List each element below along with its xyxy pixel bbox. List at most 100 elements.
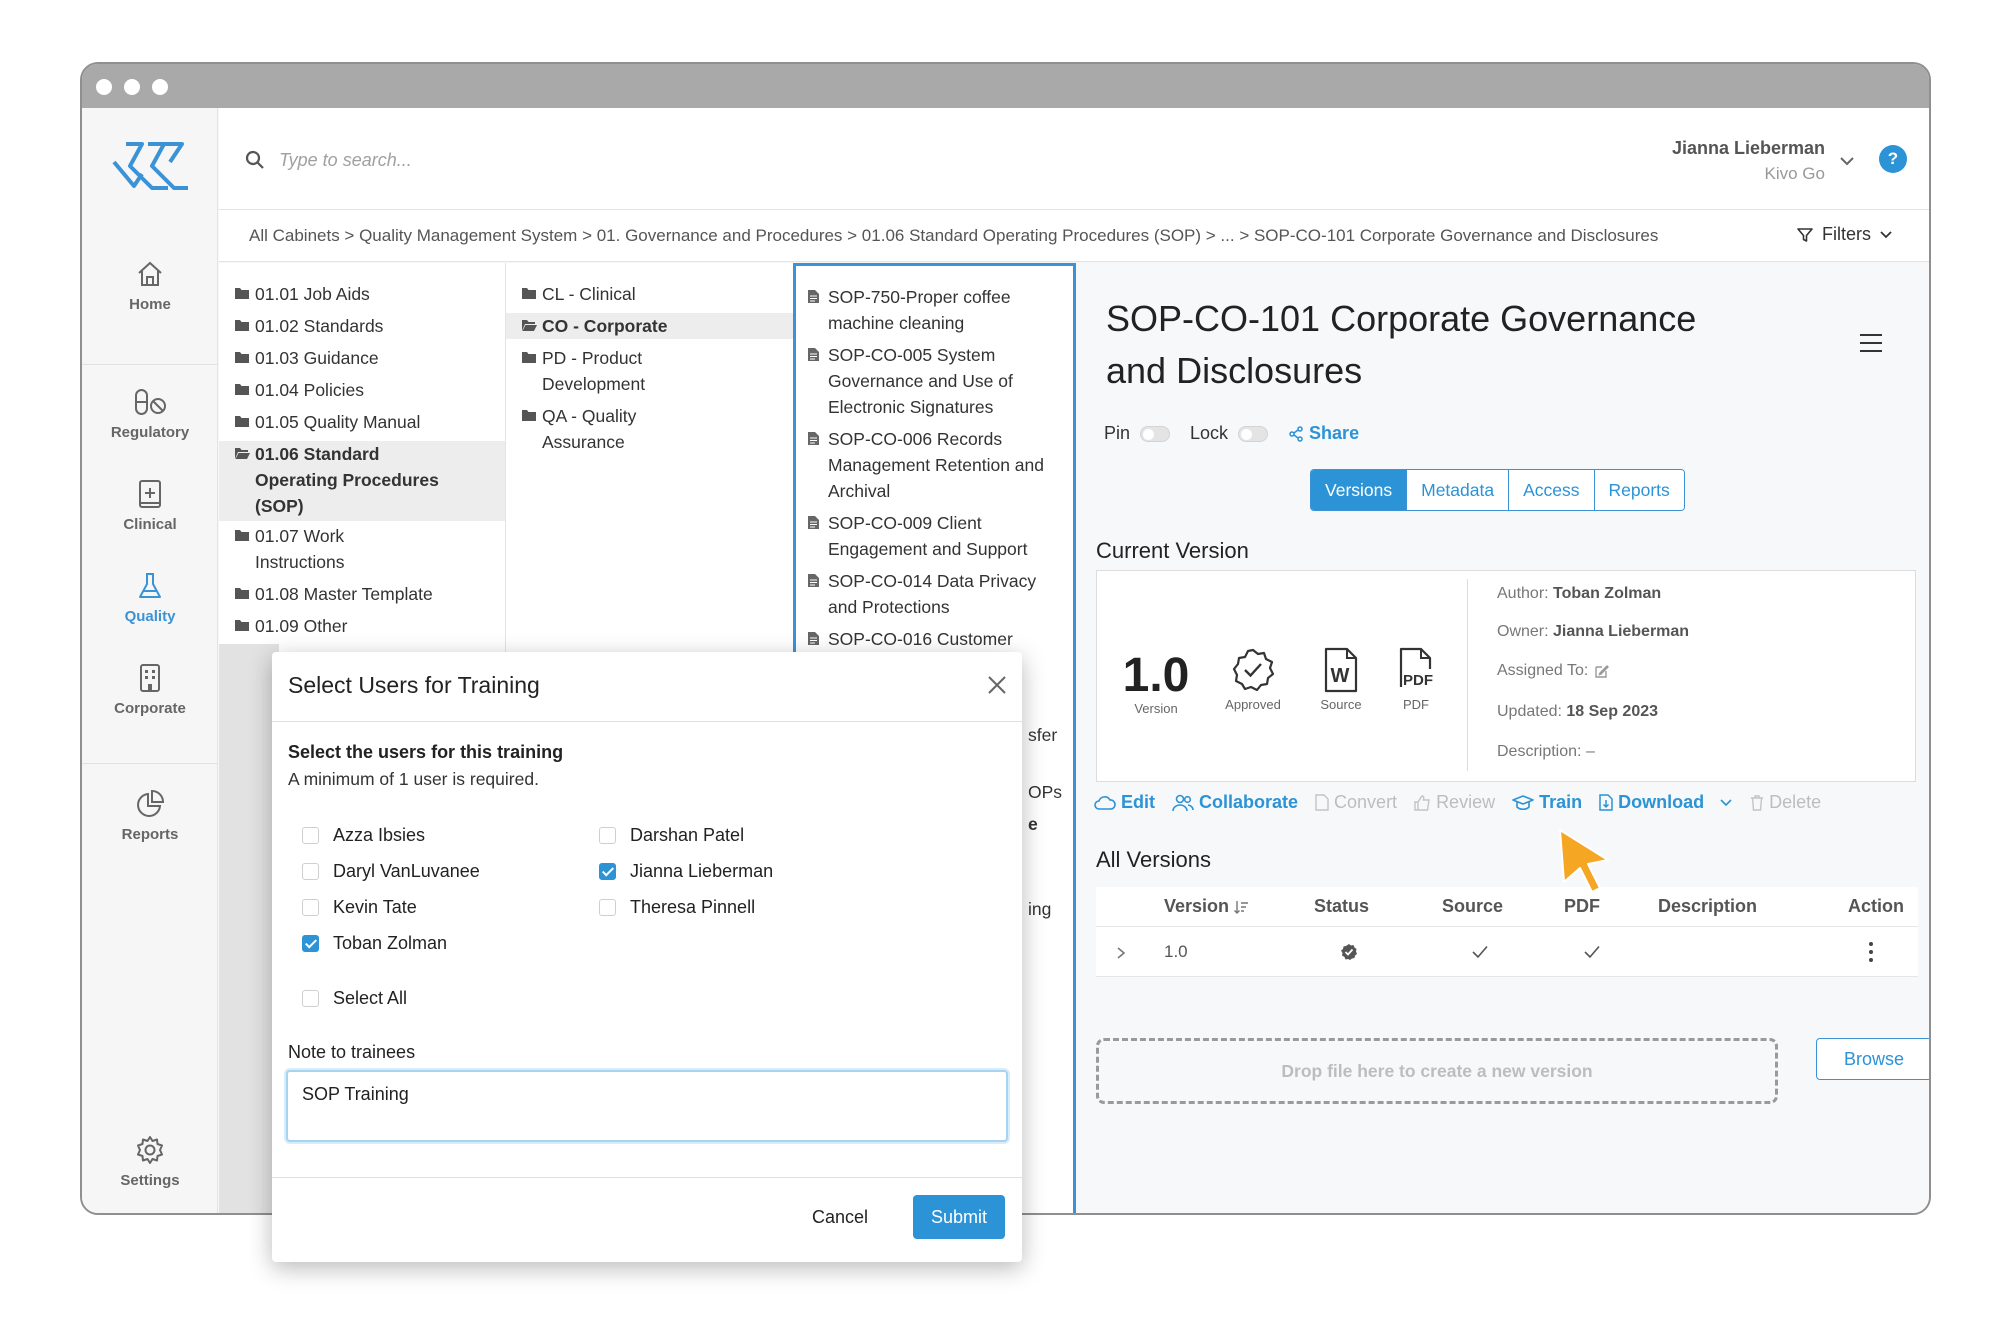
folder-label: 01.05 Quality Manual bbox=[255, 412, 421, 432]
nav-regulatory[interactable]: Regulatory bbox=[82, 386, 218, 441]
folder-icon bbox=[235, 588, 249, 599]
document-item[interactable]: SOP-CO-016 Customer bbox=[808, 626, 1058, 652]
file-dropzone[interactable]: Drop file here to create a new version bbox=[1096, 1038, 1778, 1104]
user-checkbox[interactable]: Toban Zolman bbox=[302, 933, 447, 954]
checkbox[interactable] bbox=[302, 990, 319, 1007]
folder-item[interactable]: CL - Clinical bbox=[522, 281, 782, 307]
checkbox[interactable] bbox=[302, 827, 319, 844]
folder-item[interactable]: PD - Product Development bbox=[522, 345, 672, 397]
col-version[interactable]: Version bbox=[1164, 896, 1249, 917]
folder-item[interactable]: 01.04 Policies bbox=[235, 377, 495, 403]
convert-button[interactable]: Convert bbox=[1315, 792, 1397, 813]
chevron-down-icon bbox=[1880, 231, 1892, 239]
folder-item[interactable]: 01.03 Guidance bbox=[235, 345, 495, 371]
pin-toggle[interactable] bbox=[1140, 425, 1171, 442]
document-item-fragment[interactable]: OPs bbox=[1028, 779, 1062, 805]
breadcrumb[interactable]: All Cabinets > Quality Management System… bbox=[249, 226, 1658, 246]
note-textarea[interactable]: SOP Training bbox=[286, 1070, 1008, 1142]
document-item-fragment[interactable]: ing bbox=[1028, 896, 1051, 922]
table-row[interactable]: 1.0 bbox=[1096, 927, 1918, 977]
nav-settings[interactable]: Settings bbox=[82, 1134, 218, 1189]
kivo-logo[interactable] bbox=[112, 136, 190, 196]
folder-item[interactable]: 01.01 Job Aids bbox=[235, 281, 495, 307]
nav-quality[interactable]: Quality bbox=[82, 570, 218, 625]
delete-button[interactable]: Delete bbox=[1750, 792, 1821, 813]
document-item-fragment[interactable]: e bbox=[1028, 811, 1038, 837]
user-checkbox[interactable]: Theresa Pinnell bbox=[599, 897, 755, 918]
folder-item-selected[interactable]: CO - Corporate bbox=[506, 313, 793, 339]
gear-icon bbox=[137, 1136, 163, 1164]
lock-toggle[interactable] bbox=[1238, 425, 1269, 442]
tab-metadata[interactable]: Metadata bbox=[1406, 470, 1509, 510]
browse-button[interactable]: Browse bbox=[1816, 1038, 1929, 1080]
select-all-checkbox[interactable]: Select All bbox=[302, 988, 407, 1009]
close-icon[interactable] bbox=[986, 674, 1008, 696]
updated-meta: Updated: 18 Sep 2023 bbox=[1497, 703, 1658, 721]
user-checkbox[interactable]: Jianna Lieberman bbox=[599, 861, 773, 882]
user-checkbox[interactable]: Azza Ibsies bbox=[302, 825, 425, 846]
pills-icon bbox=[135, 389, 166, 415]
nav-home[interactable]: Home bbox=[82, 258, 218, 313]
folder-label: QA - Quality Assurance bbox=[542, 406, 637, 452]
user-name: Jianna Lieberman bbox=[630, 861, 774, 881]
window-close-dot[interactable] bbox=[96, 79, 112, 95]
document-item-fragment[interactable]: sfer bbox=[1028, 722, 1057, 748]
document-item[interactable]: SOP-CO-009 Client Engagement and Support bbox=[808, 510, 1058, 562]
share-button[interactable]: Share bbox=[1288, 423, 1359, 444]
document-item[interactable]: SOP-CO-005 System Governance and Use of … bbox=[808, 342, 1058, 420]
document-icon bbox=[808, 348, 819, 361]
collaborate-button[interactable]: Collaborate bbox=[1172, 792, 1298, 813]
download-label: Download bbox=[1618, 792, 1705, 812]
checkbox[interactable] bbox=[599, 899, 616, 916]
chevron-down-icon[interactable] bbox=[1839, 156, 1855, 166]
folder-item[interactable]: 01.07 Work Instructions bbox=[235, 523, 435, 575]
checkbox-checked[interactable] bbox=[599, 863, 616, 880]
lock-label: Lock bbox=[1190, 423, 1229, 443]
user-checkbox[interactable]: Daryl VanLuvanee bbox=[302, 861, 480, 882]
tab-access[interactable]: Access bbox=[1508, 470, 1594, 510]
nav-clinical[interactable]: Clinical bbox=[82, 478, 218, 533]
submit-button[interactable]: Submit bbox=[913, 1195, 1005, 1239]
check-icon bbox=[1584, 945, 1600, 959]
checkbox-checked[interactable] bbox=[302, 935, 319, 952]
tab-versions[interactable]: Versions bbox=[1311, 470, 1407, 510]
tab-reports[interactable]: Reports bbox=[1593, 470, 1684, 510]
nav-reports[interactable]: Reports bbox=[82, 788, 218, 843]
checkbox[interactable] bbox=[599, 827, 616, 844]
filters-label: Filters bbox=[1822, 224, 1871, 244]
window-zoom-dot[interactable] bbox=[152, 79, 168, 95]
nav-regulatory-label: Regulatory bbox=[110, 424, 190, 441]
pdf-file[interactable]: PDF PDF bbox=[1391, 647, 1441, 712]
document-item[interactable]: SOP-CO-006 Records Management Retention … bbox=[808, 426, 1058, 504]
nav-corporate[interactable]: Corporate bbox=[82, 662, 218, 717]
edit-pencil-icon[interactable] bbox=[1594, 664, 1610, 679]
train-button[interactable]: Train bbox=[1512, 792, 1582, 813]
search-input[interactable] bbox=[279, 144, 799, 176]
checkbox[interactable] bbox=[302, 899, 319, 916]
edit-button[interactable]: Edit bbox=[1094, 792, 1155, 813]
menu-icon[interactable] bbox=[1859, 333, 1883, 353]
user-checkbox[interactable]: Darshan Patel bbox=[599, 825, 744, 846]
source-file[interactable]: W Source bbox=[1311, 647, 1371, 712]
folder-item[interactable]: 01.09 Other bbox=[235, 613, 495, 639]
review-button[interactable]: Review bbox=[1414, 792, 1495, 813]
chevron-right-icon[interactable] bbox=[1116, 946, 1126, 960]
document-item[interactable]: SOP-750-Proper coffee machine cleaning bbox=[808, 284, 1058, 336]
help-button[interactable]: ? bbox=[1879, 145, 1907, 173]
folder-item[interactable]: 01.02 Standards bbox=[235, 313, 495, 339]
more-vertical-icon[interactable] bbox=[1868, 941, 1874, 963]
folder-item[interactable]: 01.05 Quality Manual bbox=[235, 409, 495, 435]
folder-label: CO - Corporate bbox=[542, 316, 668, 336]
folder-item[interactable]: QA - Quality Assurance bbox=[522, 403, 672, 455]
checkbox[interactable] bbox=[302, 863, 319, 880]
user-checkbox[interactable]: Kevin Tate bbox=[302, 897, 417, 918]
document-item[interactable]: SOP-CO-014 Data Privacy and Protections bbox=[808, 568, 1058, 620]
folder-item[interactable]: 01.08 Master Template bbox=[235, 581, 495, 607]
download-button[interactable]: Download bbox=[1599, 792, 1733, 813]
cancel-button[interactable]: Cancel bbox=[812, 1207, 868, 1228]
folder-item-selected[interactable]: 01.06 Standard Operating Procedures (SOP… bbox=[219, 441, 505, 521]
window-minimize-dot[interactable] bbox=[124, 79, 140, 95]
user-name[interactable]: Jianna Lieberman bbox=[1672, 138, 1825, 159]
filters-button[interactable]: Filters bbox=[1796, 224, 1893, 245]
document-icon bbox=[808, 632, 819, 645]
